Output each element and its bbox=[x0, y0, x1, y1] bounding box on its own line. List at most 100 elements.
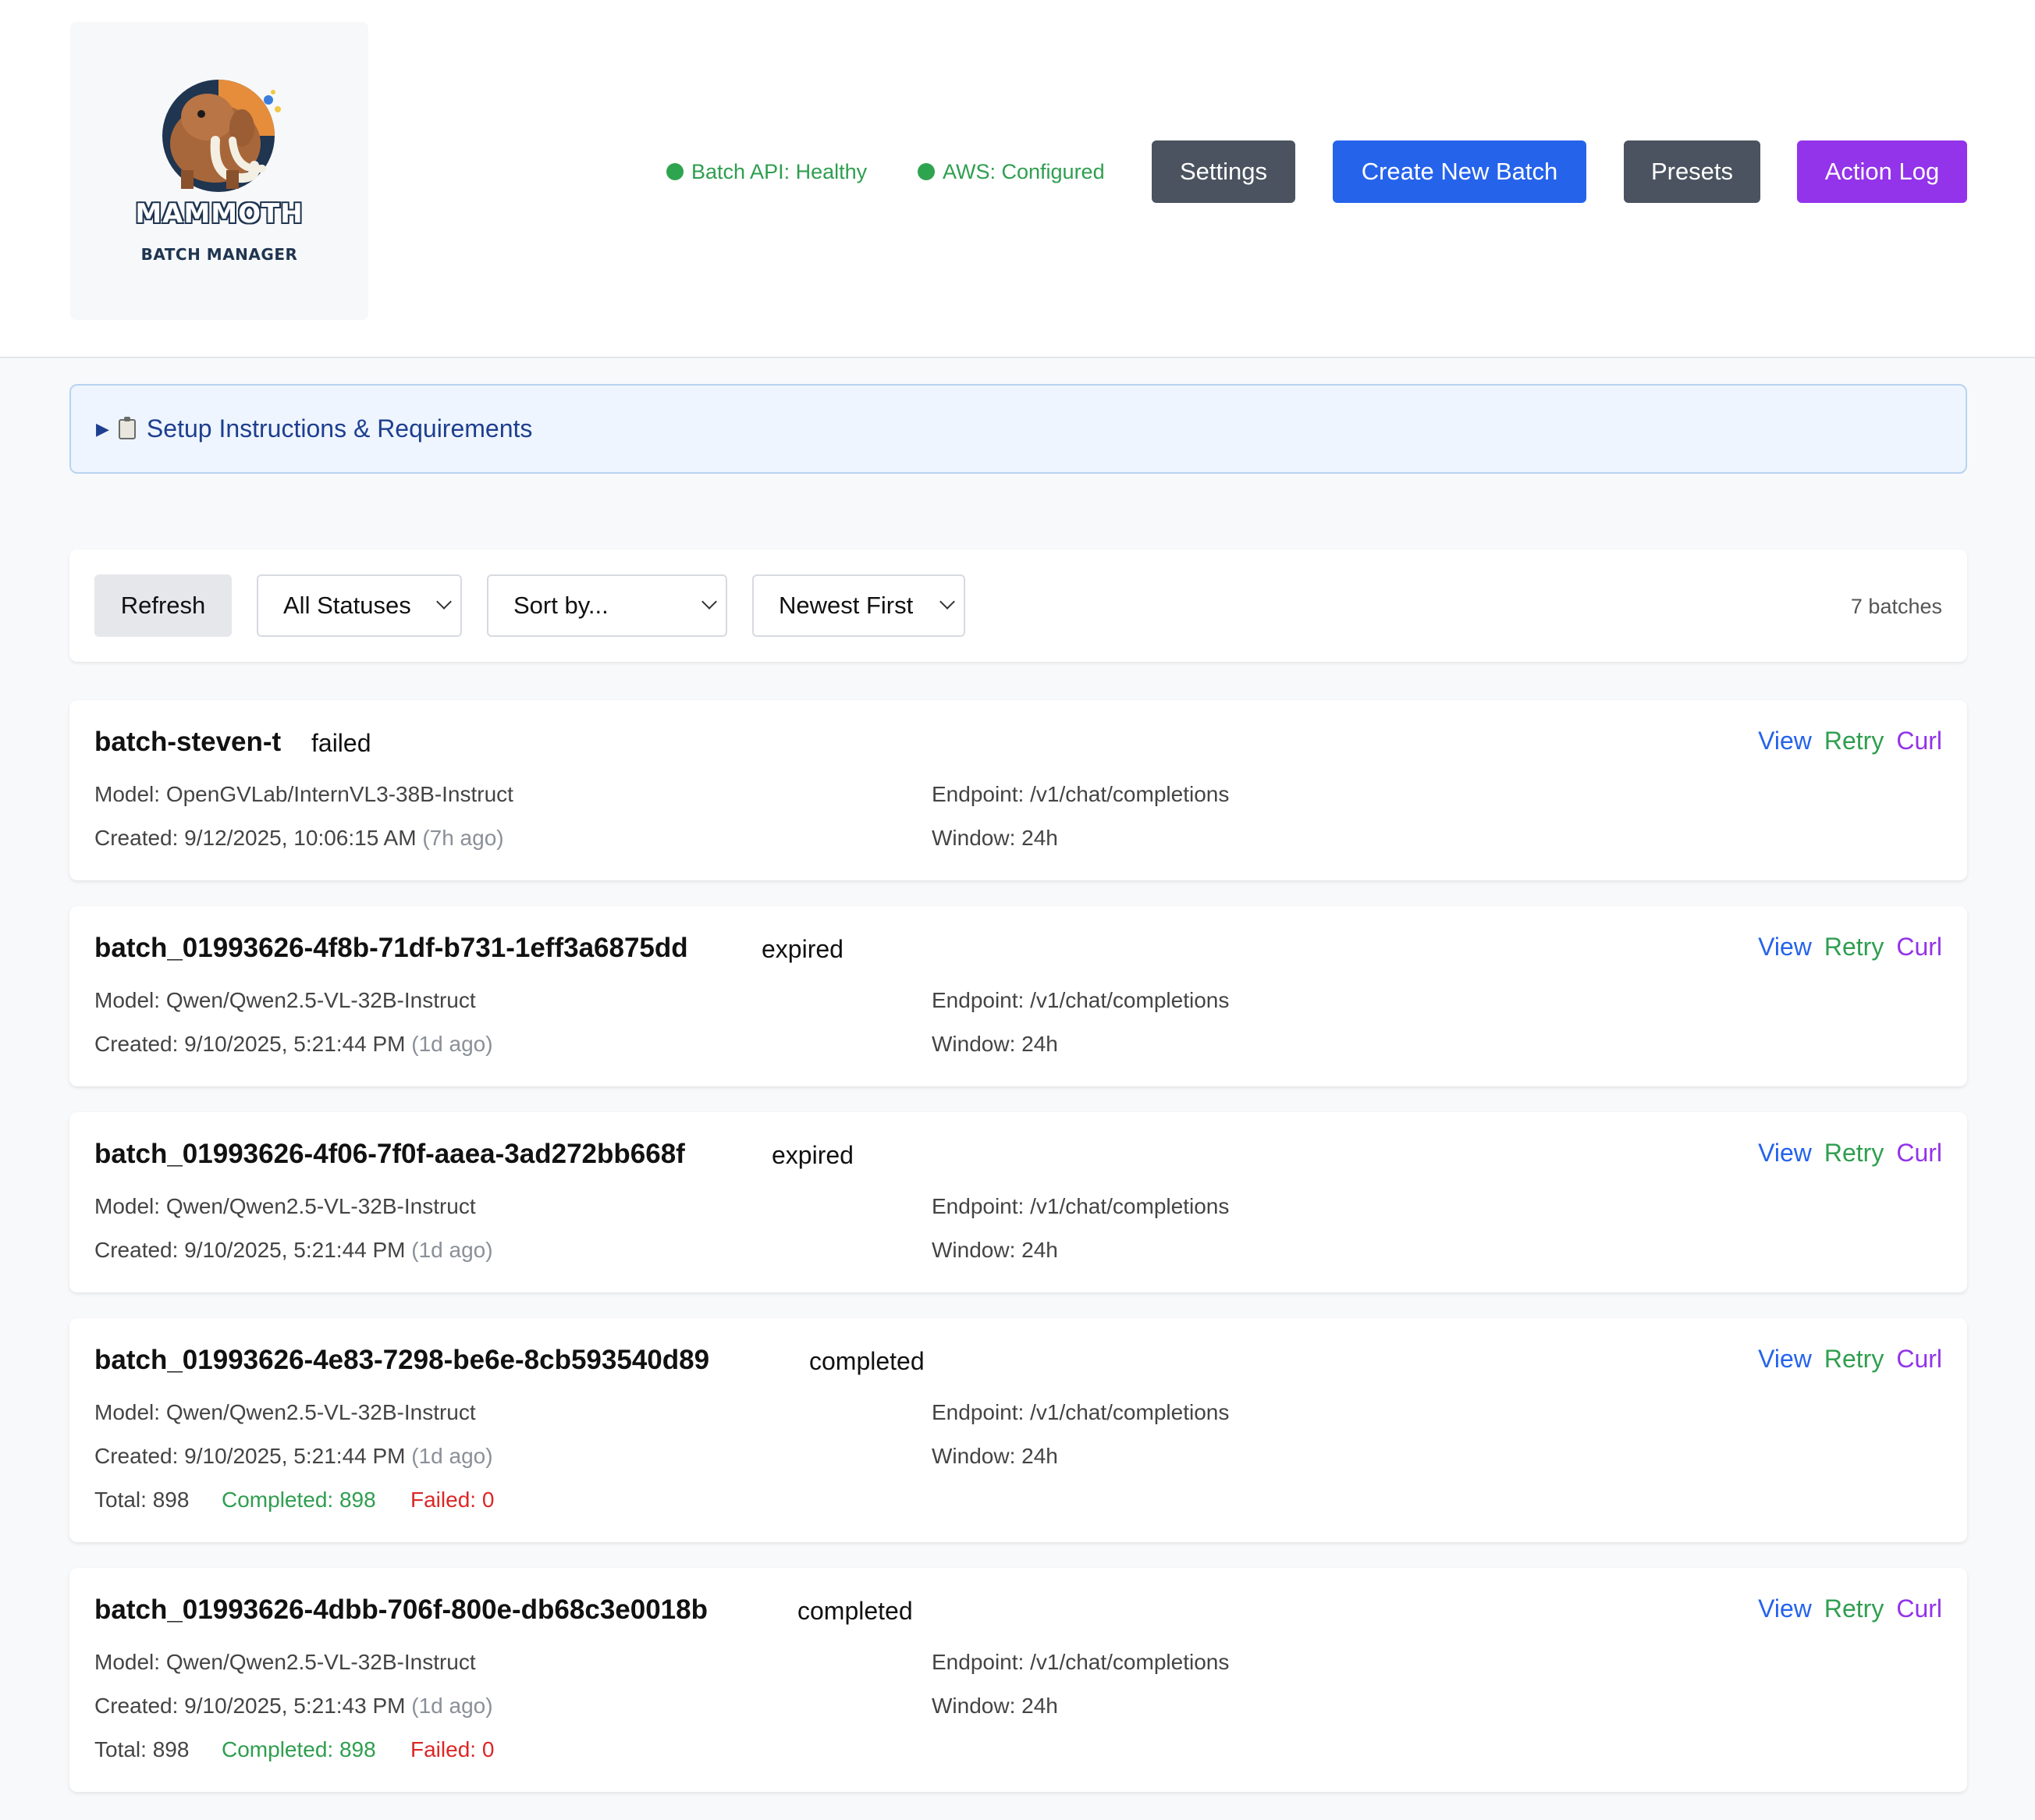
sort-order-select[interactable]: Newest First bbox=[752, 574, 965, 637]
view-link[interactable]: View bbox=[1758, 1139, 1812, 1168]
view-link[interactable]: View bbox=[1758, 727, 1812, 755]
batch-status: expired bbox=[772, 1141, 854, 1169]
batch-toolbar: Refresh All Statuses Sort by... Newest F… bbox=[69, 549, 1967, 662]
batch-id: batch_01993626-4f8b-71df-b731-1eff3a6875… bbox=[94, 933, 688, 963]
batch-count: 7 batches bbox=[1850, 595, 1942, 618]
batch-card: batch-steven-t failed View Retry Curl Mo… bbox=[69, 700, 1967, 880]
batch-id: batch_01993626-4f06-7f0f-aaea-3ad272bb66… bbox=[94, 1139, 685, 1169]
batch-window: Window: 24h bbox=[932, 1238, 1058, 1262]
batch-created-date: Created: 9/10/2025, 5:21:44 PM bbox=[94, 1032, 406, 1056]
status-aws-label: AWS: Configured bbox=[943, 159, 1105, 183]
batch-total: Total: 898 bbox=[94, 1488, 190, 1512]
sort-by-select[interactable]: Sort by... bbox=[487, 574, 727, 637]
logo-subtitle: BATCH MANAGER bbox=[140, 245, 298, 264]
batch-card: batch_01993626-4f8b-71df-b731-1eff3a6875… bbox=[69, 906, 1967, 1086]
batch-model: Model: Qwen/Qwen2.5-VL-32B-Instruct bbox=[94, 1194, 476, 1218]
batch-card: batch_01993626-4e83-7298-be6e-8cb593540d… bbox=[69, 1318, 1967, 1542]
batch-card: batch_01993626-4dbb-706f-800e-db68c3e001… bbox=[69, 1568, 1967, 1792]
status-batch-api-label: Batch API: Healthy bbox=[691, 159, 868, 183]
batch-endpoint: Endpoint: /v1/chat/completions bbox=[932, 1194, 1230, 1218]
view-link[interactable]: View bbox=[1758, 1594, 1812, 1623]
batch-completed-count: Completed: 898 bbox=[222, 1488, 376, 1512]
view-link[interactable]: View bbox=[1758, 1345, 1812, 1374]
batch-status: failed bbox=[311, 729, 371, 757]
batch-id: batch-steven-t bbox=[94, 727, 282, 757]
batch-status: completed bbox=[809, 1347, 925, 1375]
status-dot-icon bbox=[918, 163, 935, 180]
batch-completed-count: Completed: 898 bbox=[222, 1737, 376, 1761]
batch-actions: View Retry Curl bbox=[1746, 727, 1942, 755]
batch-created-date: Created: 9/10/2025, 5:21:43 PM bbox=[94, 1694, 406, 1718]
batch-endpoint: Endpoint: /v1/chat/completions bbox=[932, 782, 1230, 806]
batch-failed-count: Failed: 0 bbox=[410, 1737, 495, 1761]
create-new-batch-button[interactable]: Create New Batch bbox=[1333, 140, 1586, 203]
batch-window: Window: 24h bbox=[932, 1444, 1058, 1468]
retry-link[interactable]: Retry bbox=[1824, 727, 1884, 755]
sort-order-value: Newest First bbox=[779, 592, 914, 619]
batch-created-ago: (1d ago) bbox=[411, 1444, 493, 1468]
action-log-button[interactable]: Action Log bbox=[1797, 140, 1967, 203]
settings-button[interactable]: Settings bbox=[1152, 140, 1295, 203]
batch-id: batch_01993626-4dbb-706f-800e-db68c3e001… bbox=[94, 1594, 708, 1625]
status-aws: AWS: Configured bbox=[918, 158, 1105, 186]
batch-actions: View Retry Curl bbox=[1746, 1345, 1942, 1374]
batch-actions: View Retry Curl bbox=[1746, 1139, 1942, 1168]
batch-model: Model: Qwen/Qwen2.5-VL-32B-Instruct bbox=[94, 1400, 476, 1424]
batch-window: Window: 24h bbox=[932, 1032, 1058, 1056]
curl-link[interactable]: Curl bbox=[1896, 1139, 1942, 1168]
chevron-down-icon bbox=[939, 594, 955, 610]
retry-link[interactable]: Retry bbox=[1824, 1594, 1884, 1623]
status-dot-icon bbox=[666, 163, 684, 180]
status-filter-value: All Statuses bbox=[283, 592, 411, 619]
batch-card: batch_01993626-4f06-7f0f-aaea-3ad272bb66… bbox=[69, 1112, 1967, 1292]
batch-endpoint: Endpoint: /v1/chat/completions bbox=[932, 988, 1230, 1012]
app-header: MAMMOTH BATCH MANAGER Batch API: Healthy… bbox=[0, 0, 2035, 358]
batch-window: Window: 24h bbox=[932, 826, 1058, 850]
batch-created-date: Created: 9/10/2025, 5:21:44 PM bbox=[94, 1238, 406, 1262]
mammoth-logo-icon bbox=[162, 80, 281, 192]
batch-model: Model: Qwen/Qwen2.5-VL-32B-Instruct bbox=[94, 1650, 476, 1674]
status-filter-select[interactable]: All Statuses bbox=[257, 574, 462, 637]
batch-created: Created: 9/10/2025, 5:21:43 PM (1d ago) bbox=[94, 1694, 493, 1719]
retry-link[interactable]: Retry bbox=[1824, 933, 1884, 962]
presets-button[interactable]: Presets bbox=[1624, 140, 1760, 203]
refresh-button[interactable]: Refresh bbox=[94, 574, 232, 637]
batch-status: expired bbox=[762, 935, 843, 963]
batch-endpoint: Endpoint: /v1/chat/completions bbox=[932, 1650, 1230, 1674]
batch-created-ago: (7h ago) bbox=[422, 826, 504, 850]
view-link[interactable]: View bbox=[1758, 933, 1812, 962]
batch-total: Total: 898 bbox=[94, 1737, 190, 1761]
batch-status: completed bbox=[797, 1597, 913, 1625]
curl-link[interactable]: Curl bbox=[1896, 1594, 1942, 1623]
batch-actions: View Retry Curl bbox=[1746, 1594, 1942, 1623]
curl-link[interactable]: Curl bbox=[1896, 933, 1942, 962]
retry-link[interactable]: Retry bbox=[1824, 1139, 1884, 1168]
curl-link[interactable]: Curl bbox=[1896, 1345, 1942, 1374]
batch-failed-count: Failed: 0 bbox=[410, 1488, 495, 1512]
batch-id: batch_01993626-4e83-7298-be6e-8cb593540d… bbox=[94, 1345, 710, 1375]
batch-endpoint: Endpoint: /v1/chat/completions bbox=[932, 1400, 1230, 1424]
batch-created-date: Created: 9/10/2025, 5:21:44 PM bbox=[94, 1444, 406, 1468]
batch-created: Created: 9/10/2025, 5:21:44 PM (1d ago) bbox=[94, 1032, 493, 1057]
curl-link[interactable]: Curl bbox=[1896, 727, 1942, 755]
batch-model: Model: Qwen/Qwen2.5-VL-32B-Instruct bbox=[94, 988, 476, 1012]
batch-created: Created: 9/12/2025, 10:06:15 AM (7h ago) bbox=[94, 826, 504, 851]
batch-created-date: Created: 9/12/2025, 10:06:15 AM bbox=[94, 826, 417, 850]
batch-created-ago: (1d ago) bbox=[411, 1238, 493, 1262]
logo-title: MAMMOTH bbox=[134, 197, 304, 230]
batch-actions: View Retry Curl bbox=[1746, 933, 1942, 962]
clipboard-icon bbox=[118, 416, 136, 439]
batch-created-ago: (1d ago) bbox=[411, 1694, 493, 1718]
setup-instructions-toggle[interactable]: ▶ Setup Instructions & Requirements bbox=[69, 384, 1967, 474]
batch-created: Created: 9/10/2025, 5:21:44 PM (1d ago) bbox=[94, 1238, 493, 1263]
triangle-right-icon: ▶ bbox=[96, 418, 109, 439]
batch-created: Created: 9/10/2025, 5:21:44 PM (1d ago) bbox=[94, 1444, 493, 1469]
sort-by-value: Sort by... bbox=[513, 592, 609, 619]
chevron-down-icon bbox=[701, 594, 717, 610]
retry-link[interactable]: Retry bbox=[1824, 1345, 1884, 1374]
app-logo[interactable]: MAMMOTH BATCH MANAGER bbox=[70, 22, 368, 320]
batch-window: Window: 24h bbox=[932, 1694, 1058, 1718]
batch-created-ago: (1d ago) bbox=[411, 1032, 493, 1056]
setup-instructions-label: Setup Instructions & Requirements bbox=[146, 414, 533, 443]
chevron-down-icon bbox=[436, 594, 452, 610]
